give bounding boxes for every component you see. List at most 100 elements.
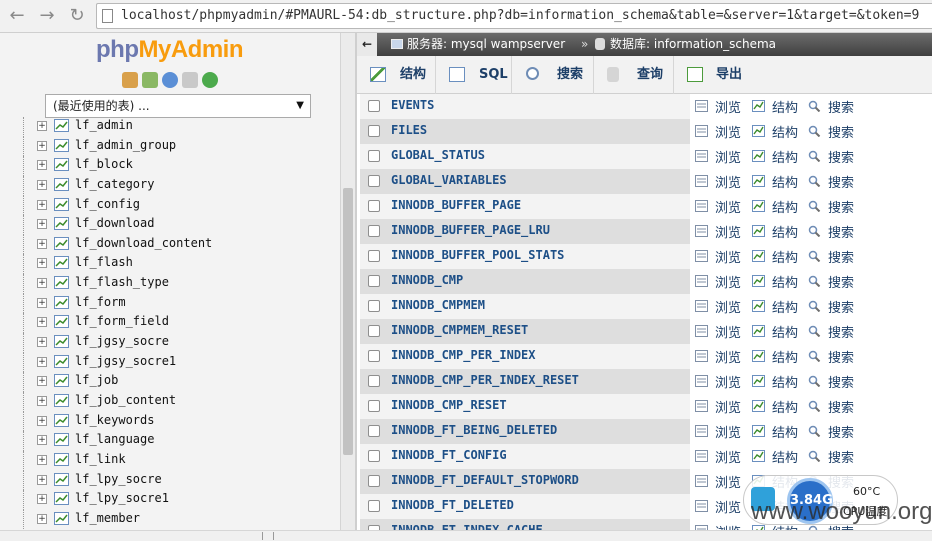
breadcrumb-database[interactable]: 数据库: information_schema: [610, 33, 776, 56]
expand-icon[interactable]: +: [37, 258, 47, 269]
tree-item[interactable]: + lf_block: [0, 156, 340, 176]
tree-item[interactable]: + lf_admin: [0, 117, 340, 137]
tree-item-label[interactable]: lf_job: [75, 373, 118, 387]
expand-icon[interactable]: +: [37, 297, 47, 308]
search-link[interactable]: 搜索: [828, 247, 854, 266]
tree-item[interactable]: + lf_form_field: [0, 313, 340, 334]
browse-link[interactable]: 浏览: [715, 472, 741, 491]
structure-link[interactable]: 结构: [772, 222, 798, 241]
browse-link[interactable]: 浏览: [715, 522, 741, 530]
tree-item-label[interactable]: lf_lpy_socre: [75, 472, 162, 486]
tree-item-label[interactable]: lf_form_field: [75, 314, 169, 328]
tree-item-label[interactable]: lf_admin_group: [75, 138, 176, 152]
tree-item-label[interactable]: lf_member: [75, 511, 140, 525]
expand-icon[interactable]: +: [37, 337, 47, 348]
structure-link[interactable]: 结构: [772, 147, 798, 166]
structure-link[interactable]: 结构: [772, 122, 798, 141]
row-checkbox[interactable]: [368, 150, 380, 162]
tree-item[interactable]: + lf_admin_group: [0, 136, 340, 157]
row-checkbox[interactable]: [368, 300, 380, 312]
recent-tables-select[interactable]: (最近使用的表) ... ▼: [45, 94, 311, 118]
browse-link[interactable]: 浏览: [715, 372, 741, 391]
tree-item-label[interactable]: lf_keywords: [75, 413, 154, 427]
browse-link[interactable]: 浏览: [715, 497, 741, 516]
tree-item-label[interactable]: lf_download: [75, 216, 154, 230]
tree-item-label[interactable]: lf_lpy_socre1: [75, 491, 169, 505]
search-link[interactable]: 搜索: [828, 297, 854, 316]
search-link[interactable]: 搜索: [828, 122, 854, 141]
browse-link[interactable]: 浏览: [715, 422, 741, 441]
search-link[interactable]: 搜索: [828, 97, 854, 116]
table-name-link[interactable]: INNODB_FT_INDEX_CACHE: [391, 523, 543, 530]
tree-item[interactable]: + lf_lpy_socre: [0, 470, 340, 491]
tree-item-label[interactable]: lf_block: [75, 157, 133, 171]
browse-link[interactable]: 浏览: [715, 147, 741, 166]
home-icon[interactable]: [122, 72, 138, 88]
expand-icon[interactable]: +: [37, 494, 47, 505]
table-name-link[interactable]: INNODB_CMPMEM_RESET: [391, 323, 528, 337]
table-name-link[interactable]: INNODB_CMP: [391, 273, 463, 287]
structure-link[interactable]: 结构: [772, 97, 798, 116]
tab-structure[interactable]: 结构: [357, 56, 436, 94]
tree-item-label[interactable]: lf_admin: [75, 118, 133, 132]
table-name-link[interactable]: FILES: [391, 123, 427, 137]
browse-link[interactable]: 浏览: [715, 347, 741, 366]
expand-icon[interactable]: +: [37, 513, 47, 524]
structure-link[interactable]: 结构: [772, 247, 798, 266]
row-checkbox[interactable]: [368, 350, 380, 362]
search-link[interactable]: 搜索: [828, 347, 854, 366]
tab-search[interactable]: 搜索: [512, 56, 594, 94]
scrollbar-grip[interactable]: [262, 532, 274, 540]
search-link[interactable]: 搜索: [828, 397, 854, 416]
row-checkbox[interactable]: [368, 250, 380, 262]
expand-icon[interactable]: +: [37, 474, 47, 485]
browse-link[interactable]: 浏览: [715, 222, 741, 241]
table-name-link[interactable]: EVENTS: [391, 98, 434, 112]
table-name-link[interactable]: GLOBAL_VARIABLES: [391, 173, 507, 187]
expand-icon[interactable]: +: [37, 356, 47, 367]
tree-item-label[interactable]: lf_flash: [75, 255, 133, 269]
tree-item[interactable]: + lf_job_content: [0, 391, 340, 412]
tree-item[interactable]: + lf_lpy_socre1: [0, 490, 340, 510]
tree-item[interactable]: + lf_member: [0, 509, 340, 530]
row-checkbox[interactable]: [368, 225, 380, 237]
tree-item-label[interactable]: lf_language: [75, 432, 154, 446]
tab-export[interactable]: 导出: [674, 56, 753, 94]
table-name-link[interactable]: GLOBAL_STATUS: [391, 148, 485, 162]
expand-icon[interactable]: +: [37, 160, 47, 171]
tree-item-label[interactable]: lf_jgsy_socre: [75, 334, 169, 348]
structure-link[interactable]: 结构: [772, 197, 798, 216]
expand-icon[interactable]: +: [37, 140, 47, 151]
nav-scrollbar[interactable]: [340, 33, 355, 530]
search-link[interactable]: 搜索: [828, 447, 854, 466]
row-checkbox[interactable]: [368, 500, 380, 512]
structure-link[interactable]: 结构: [772, 172, 798, 191]
expand-icon[interactable]: +: [37, 454, 47, 465]
forward-arrow-icon[interactable]: →: [36, 5, 58, 27]
row-checkbox[interactable]: [368, 175, 380, 187]
expand-icon[interactable]: +: [37, 278, 47, 289]
back-arrow-icon[interactable]: ←: [6, 5, 28, 27]
tree-item-label[interactable]: lf_jgsy_socre1: [75, 354, 176, 368]
table-name-link[interactable]: INNODB_BUFFER_PAGE: [391, 198, 521, 212]
phpmyadmin-logo[interactable]: phpMyAdmin: [96, 36, 243, 64]
search-link[interactable]: 搜索: [828, 147, 854, 166]
row-checkbox[interactable]: [368, 275, 380, 287]
structure-link[interactable]: 结构: [772, 447, 798, 466]
tree-item[interactable]: + lf_keywords: [0, 411, 340, 432]
tree-item[interactable]: + lf_link: [0, 450, 340, 471]
table-name-link[interactable]: INNODB_CMP_PER_INDEX_RESET: [391, 373, 579, 387]
table-name-link[interactable]: INNODB_FT_DEFAULT_STOPWORD: [391, 473, 579, 487]
tree-item[interactable]: + lf_jgsy_socre: [0, 333, 340, 353]
exit-icon[interactable]: [142, 72, 158, 88]
browse-link[interactable]: 浏览: [715, 447, 741, 466]
expand-icon[interactable]: +: [37, 199, 47, 210]
browse-link[interactable]: 浏览: [715, 122, 741, 141]
tab-query[interactable]: 查询: [594, 56, 674, 94]
collapse-arrow-icon[interactable]: ←: [357, 33, 377, 56]
row-checkbox[interactable]: [368, 100, 380, 112]
tree-item[interactable]: + lf_language: [0, 431, 340, 451]
structure-link[interactable]: 结构: [772, 322, 798, 341]
search-link[interactable]: 搜索: [828, 197, 854, 216]
nav-scrollbar-thumb[interactable]: [343, 188, 353, 455]
